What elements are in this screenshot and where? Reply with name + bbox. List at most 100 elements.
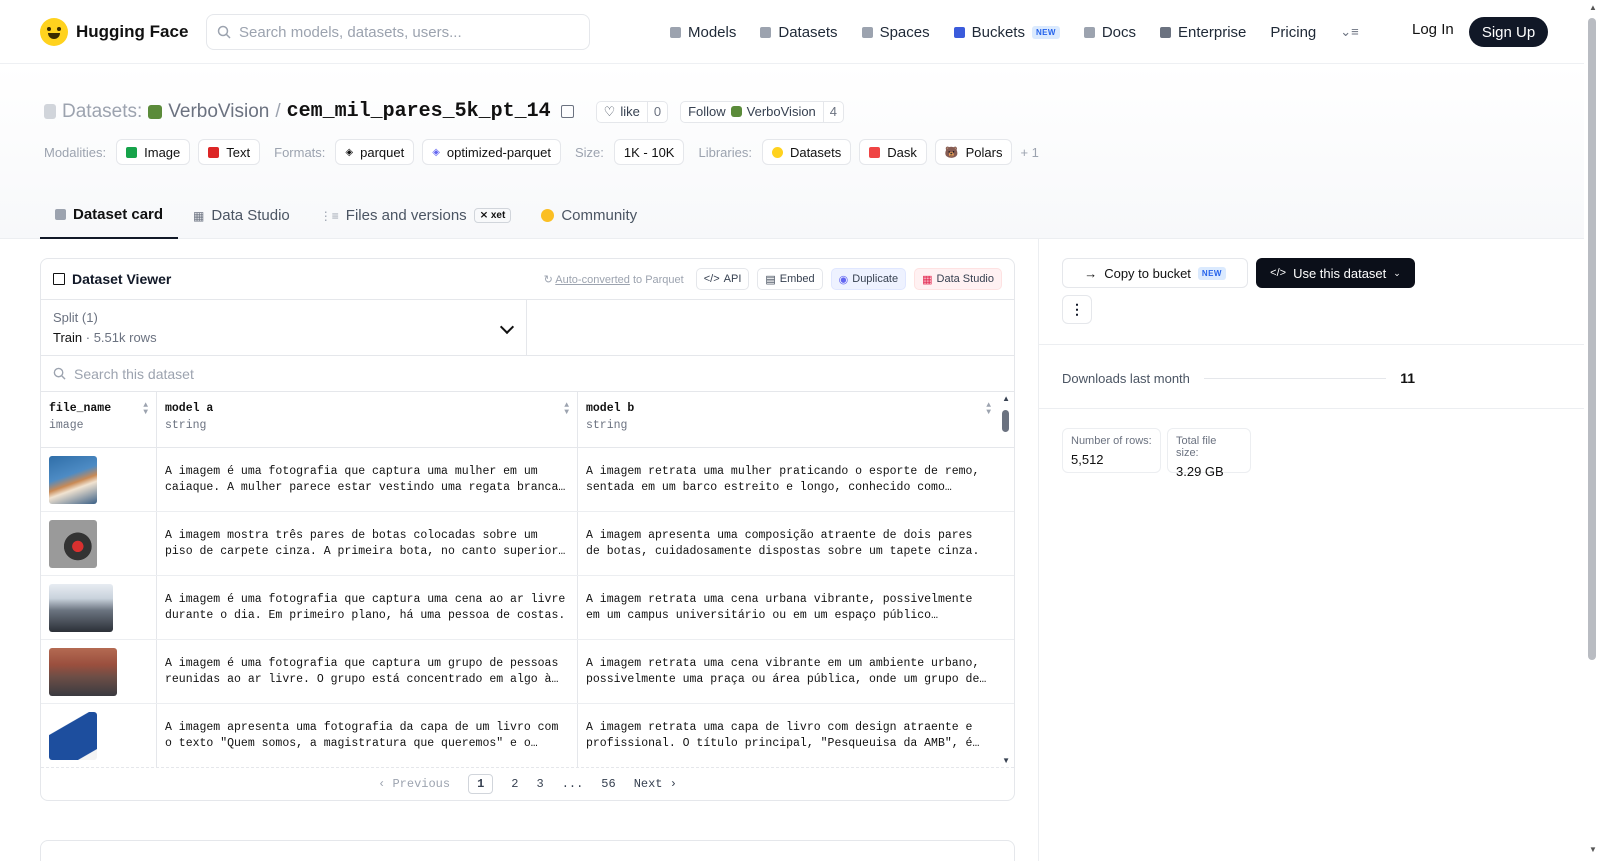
tag-label: Dask: [887, 144, 917, 160]
text-cell[interactable]: A imagem é uma fotografia que captura um…: [157, 576, 578, 639]
cell-text: A imagem retrata uma cena urbana vibrant…: [586, 592, 973, 622]
image-cell[interactable]: [41, 448, 157, 511]
text-cell[interactable]: A imagem é uma fotografia que captura um…: [157, 640, 578, 703]
thumbnail-image[interactable]: [49, 455, 97, 504]
next-page-button[interactable]: Next ›: [634, 777, 677, 791]
auto-converted-link[interactable]: Auto-converted: [555, 274, 630, 286]
copy-icon[interactable]: [560, 105, 574, 118]
copy-to-bucket-button[interactable]: → Copy to bucket NEW: [1062, 258, 1248, 288]
table-row[interactable]: A imagem é uma fotografia que captura um…: [41, 448, 1014, 512]
more-options-button[interactable]: ⋮: [1062, 295, 1092, 324]
text-cell[interactable]: A imagem apresenta uma composição atraen…: [578, 512, 999, 575]
tag-format-optimized-parquet[interactable]: ◈ optimized-parquet: [422, 139, 561, 165]
text-cell[interactable]: A imagem apresenta uma fotografia da cap…: [157, 704, 578, 767]
nav-enterprise[interactable]: Enterprise: [1160, 24, 1246, 41]
search-input[interactable]: [239, 23, 569, 41]
split-selector[interactable]: Split (1) Train · 5.51k rows: [41, 300, 527, 355]
nav-docs[interactable]: Docs: [1083, 23, 1137, 41]
tag-library-polars[interactable]: 🐻 Polars: [934, 139, 1013, 165]
tab-dataset-card[interactable]: Dataset card: [40, 192, 179, 239]
signup-button[interactable]: Sign Up: [1469, 17, 1548, 47]
search-icon: [53, 367, 66, 380]
use-this-dataset-button[interactable]: </> Use this dataset ⌄: [1256, 258, 1415, 288]
column-file-name[interactable]: file_name image ▲ ▼: [41, 392, 157, 447]
tag-size[interactable]: 1K - 10K: [613, 139, 685, 165]
tag-format-parquet[interactable]: ◈ parquet: [335, 139, 415, 165]
login-link[interactable]: Log In: [1412, 21, 1454, 38]
more-menu-icon[interactable]: ⌄≡: [1340, 24, 1358, 40]
column-model-a[interactable]: model a string ▲ ▼: [157, 392, 578, 447]
nav-models[interactable]: Models: [670, 24, 736, 41]
embed-button[interactable]: ▤ Embed: [757, 268, 823, 290]
nav-links: Models Datasets Spaces Buckets NEW Docs E…: [670, 0, 1359, 64]
page-2[interactable]: 2: [511, 777, 518, 791]
repo-type-label[interactable]: Datasets:: [62, 101, 142, 123]
docs-icon: [1083, 26, 1095, 38]
text-cell[interactable]: A imagem é uma fotografia que captura um…: [157, 448, 578, 511]
kebab-icon: ⋮: [1070, 301, 1084, 317]
column-name: model b: [586, 402, 635, 415]
split-bar: Split (1) Train · 5.51k rows: [41, 300, 1014, 356]
text-cell[interactable]: A imagem retrata uma cena vibrante em um…: [578, 640, 999, 703]
tag-label: parquet: [360, 144, 405, 160]
data-studio-button[interactable]: ▦ Data Studio: [914, 268, 1002, 290]
page-3[interactable]: 3: [536, 777, 543, 791]
table-scrollbar[interactable]: [1002, 410, 1009, 432]
thumbnail-image[interactable]: [49, 519, 97, 568]
embed-icon: ▤: [765, 273, 776, 286]
tag-modality-image[interactable]: Image: [116, 139, 191, 165]
column-model-b[interactable]: model b string ▲ ▼: [578, 392, 999, 447]
follow-button[interactable]: Follow VerboVision 4: [680, 100, 845, 123]
thumbnail-image[interactable]: [49, 583, 113, 632]
scroll-down-arrow[interactable]: ▼: [1002, 756, 1010, 765]
text-cell[interactable]: A imagem mostra três pares de botas colo…: [157, 512, 578, 575]
page-56[interactable]: 56: [601, 777, 615, 791]
tag-library-datasets[interactable]: Datasets: [761, 139, 852, 165]
repo-owner[interactable]: VerboVision: [168, 101, 269, 123]
tag-modality-text[interactable]: Text: [198, 139, 261, 165]
nav-pricing[interactable]: Pricing: [1270, 24, 1316, 41]
sort-icon[interactable]: ▲ ▼: [986, 402, 991, 417]
image-cell[interactable]: [41, 576, 157, 639]
table-row[interactable]: A imagem é uma fotografia que captura um…: [41, 576, 1014, 640]
text-cell[interactable]: A imagem retrata uma mulher praticando o…: [578, 448, 999, 511]
nav-buckets[interactable]: Buckets NEW: [953, 24, 1060, 41]
repo-name[interactable]: cem_mil_pares_5k_pt_14: [287, 100, 551, 123]
previous-page-button[interactable]: ‹ Previous: [378, 777, 450, 791]
tab-community[interactable]: Community: [526, 192, 652, 239]
table-row[interactable]: A imagem apresenta uma fotografia da cap…: [41, 704, 1014, 767]
scroll-up-arrow[interactable]: ▲: [1002, 394, 1010, 403]
dataset-search-input[interactable]: [74, 365, 674, 382]
page-scrollbar[interactable]: [1588, 18, 1596, 660]
image-cell[interactable]: [41, 512, 157, 575]
owner-avatar: [148, 104, 163, 119]
api-button[interactable]: </> API: [695, 268, 750, 290]
data-studio-icon: ▦: [922, 273, 933, 286]
rows-stat-value: 5,512: [1071, 452, 1104, 467]
thumbnail-image[interactable]: [49, 711, 97, 760]
tag-library-dask[interactable]: Dask: [859, 139, 927, 165]
tab-files-and-versions[interactable]: ⋮≡ Files and versions ⨯ xet: [305, 192, 527, 239]
like-button[interactable]: ♡ like 0: [595, 100, 669, 123]
sort-icon[interactable]: ▲ ▼: [143, 402, 148, 417]
nav-docs-label: Docs: [1101, 23, 1137, 41]
tab-data-studio[interactable]: ▦ Data Studio: [178, 192, 305, 239]
table-row[interactable]: A imagem é uma fotografia que captura um…: [41, 640, 1014, 704]
duplicate-button[interactable]: ◉ Duplicate: [830, 268, 907, 290]
sort-icon[interactable]: ▲ ▼: [564, 402, 569, 417]
image-cell[interactable]: [41, 640, 157, 703]
image-cell[interactable]: [41, 704, 157, 767]
cell-text: A imagem mostra três pares de botas colo…: [165, 528, 559, 558]
page-1[interactable]: 1: [468, 774, 494, 794]
nav-models-label: Models: [688, 23, 737, 41]
thumbnail-image[interactable]: [49, 647, 117, 696]
nav-datasets[interactable]: Datasets: [760, 24, 838, 41]
text-cell[interactable]: A imagem retrata uma capa de livro com d…: [578, 704, 999, 767]
page-scroll-down-arrow[interactable]: ▼: [1589, 845, 1597, 854]
brand-logo[interactable]: Hugging Face: [40, 17, 188, 46]
more-libraries[interactable]: + 1: [1020, 145, 1038, 160]
page-scroll-up-arrow[interactable]: ▲: [1589, 3, 1597, 12]
nav-spaces[interactable]: Spaces: [861, 24, 930, 41]
table-row[interactable]: A imagem mostra três pares de botas colo…: [41, 512, 1014, 576]
text-cell[interactable]: A imagem retrata uma cena urbana vibrant…: [578, 576, 999, 639]
